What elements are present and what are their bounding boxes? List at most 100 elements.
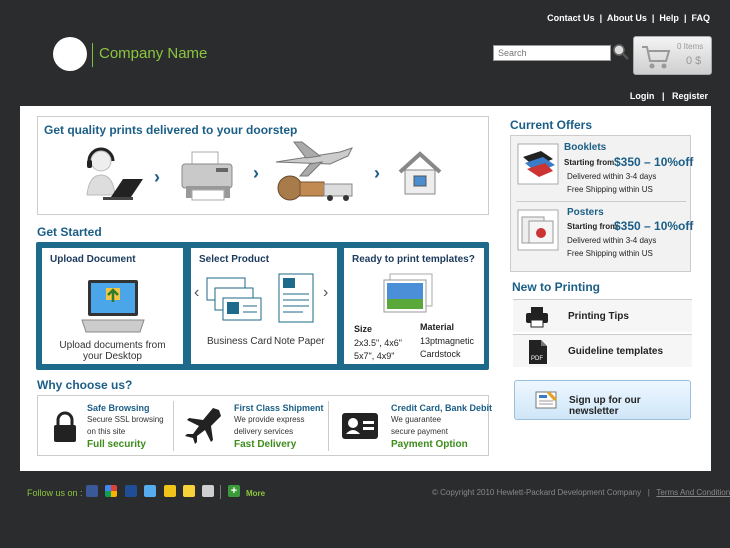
why-item-tagline: Payment Option <box>391 439 468 450</box>
printing-tips-row[interactable]: Printing Tips <box>513 299 692 332</box>
templates-title: Ready to print templates? <box>352 254 475 265</box>
size-label: Size <box>354 324 373 334</box>
about-us-link[interactable]: About Us <box>607 13 647 23</box>
copyright-text: © Copyright 2010 Hewlett-Packard Develop… <box>432 488 642 497</box>
select-product-card[interactable]: Select Product ‹ › Business Card Note Pa… <box>191 248 337 364</box>
login-register: Login | Register <box>630 91 708 101</box>
chevron-right-icon: › <box>253 163 259 183</box>
search-icon[interactable] <box>612 43 630 61</box>
chevron-right-icon: › <box>154 167 160 187</box>
why-item-line: Secure SSL browsing <box>87 415 164 424</box>
cart-icon <box>642 46 671 69</box>
separator: | <box>597 13 605 23</box>
chevron-right-icon[interactable]: › <box>323 284 328 302</box>
upload-caption: Upload documents from your Desktop <box>59 340 166 362</box>
register-link[interactable]: Register <box>672 91 708 101</box>
divider <box>220 485 221 499</box>
why-item-title: Credit Card, Bank Debit <box>391 403 493 413</box>
newsletter-label: Sign up for our newsletter <box>569 395 641 417</box>
why-item-line: We provide express <box>234 415 305 424</box>
logo-divider <box>92 43 93 67</box>
offer-price: $350 – 10%off <box>614 155 694 169</box>
offer-line: Delivered within 3-4 days <box>567 172 657 181</box>
star-icon[interactable] <box>183 485 195 497</box>
why-item-title: First Class Shipment <box>234 403 324 413</box>
lock-icon <box>54 411 76 442</box>
chevron-left-icon[interactable]: ‹ <box>194 284 199 302</box>
why-item-title: Safe Browsing <box>87 403 150 413</box>
upload-card[interactable]: Upload Document Upload documents from yo… <box>42 248 183 364</box>
offer-from: Starting from <box>567 222 618 231</box>
business-card-icon <box>206 277 262 321</box>
email-icon[interactable] <box>164 485 176 497</box>
login-link[interactable]: Login <box>630 91 655 101</box>
google-icon[interactable] <box>105 485 117 497</box>
svg-text:PDF: PDF <box>531 356 543 362</box>
laptop-upload-icon <box>81 280 145 333</box>
offer-line: Delivered within 3-4 days <box>567 236 657 245</box>
separator: | <box>681 13 689 23</box>
why-item-line: delivery services <box>234 427 294 436</box>
delivery-title: Get quality prints delivered to your doo… <box>44 123 298 137</box>
upload-title: Upload Document <box>50 254 136 265</box>
material-line2: Cardstock <box>420 349 461 359</box>
material-label: Material <box>420 322 455 332</box>
why-item-tagline: Full security <box>87 439 146 450</box>
note-paper-label[interactable]: Note Paper <box>274 336 325 347</box>
follow-label: Follow us on : <box>27 488 83 498</box>
get-started-title: Get Started <box>37 225 102 239</box>
offer-line: Free Shipping within US <box>567 185 653 194</box>
support-person-icon <box>86 147 143 200</box>
cart-items: 0 Items <box>677 42 704 51</box>
size-line2: 5x7", 4x9" <box>354 351 395 361</box>
contact-us-link[interactable]: Contact Us <box>547 13 595 23</box>
guideline-templates-row[interactable]: PDF Guideline templates <box>513 334 692 367</box>
help-link[interactable]: Help <box>659 13 679 23</box>
offer-from: Starting from <box>564 158 615 167</box>
search-input[interactable] <box>493 45 611 61</box>
print-icon[interactable] <box>202 485 214 497</box>
newsletter-button[interactable]: Sign up for our newsletter <box>514 380 691 420</box>
logo-icon[interactable] <box>53 37 87 71</box>
offer-title[interactable]: Posters <box>567 207 604 218</box>
guideline-templates-label: Guideline templates <box>568 346 664 357</box>
more-link[interactable]: More <box>246 489 265 498</box>
offers-title: Current Offers <box>510 118 593 132</box>
plus-icon[interactable]: + <box>228 485 240 497</box>
airplane-icon <box>185 408 221 444</box>
booklet-icon[interactable] <box>517 143 559 185</box>
templates-card[interactable]: Ready to print templates? Size 2x3.5", 4… <box>344 248 484 364</box>
company-name[interactable]: Company Name <box>99 45 207 62</box>
why-item-line: We guarantee <box>391 415 442 424</box>
id-card-icon <box>342 413 378 439</box>
divider <box>516 201 686 202</box>
terms-link[interactable]: Terms And Conditions <box>656 488 730 497</box>
material-line1: 13ptmagnetic <box>420 336 475 346</box>
divider <box>328 401 329 451</box>
myspace-icon[interactable] <box>125 485 137 497</box>
printer-icon <box>526 307 548 328</box>
offer-price: $350 – 10%off <box>614 219 694 233</box>
separator: | <box>656 91 670 101</box>
house-icon <box>398 151 442 195</box>
offer-title[interactable]: Booklets <box>564 142 606 153</box>
note-paper-icon <box>278 273 314 323</box>
pdf-icon: PDF <box>529 340 547 364</box>
newsletter-icon <box>535 391 557 409</box>
why-item-tagline: Fast Delivery <box>234 439 297 450</box>
printing-tips-label: Printing Tips <box>568 311 629 322</box>
faq-link[interactable]: FAQ <box>691 13 710 23</box>
chevron-right-icon: › <box>374 163 380 183</box>
poster-icon[interactable] <box>517 209 559 251</box>
shipping-icon <box>275 141 353 201</box>
new-to-printing-title: New to Printing <box>512 280 600 294</box>
business-card-label[interactable]: Business Card <box>207 336 272 347</box>
top-links: Contact Us | About Us | Help | FAQ <box>547 13 710 23</box>
divider <box>173 401 174 451</box>
why-item-line: on this site <box>87 427 126 436</box>
facebook-icon[interactable] <box>86 485 98 497</box>
size-line1: 2x3.5", 4x6" <box>354 338 402 348</box>
twitter-icon[interactable] <box>144 485 156 497</box>
copyright: © Copyright 2010 Hewlett-Packard Develop… <box>432 488 730 497</box>
select-product-title: Select Product <box>199 254 270 265</box>
